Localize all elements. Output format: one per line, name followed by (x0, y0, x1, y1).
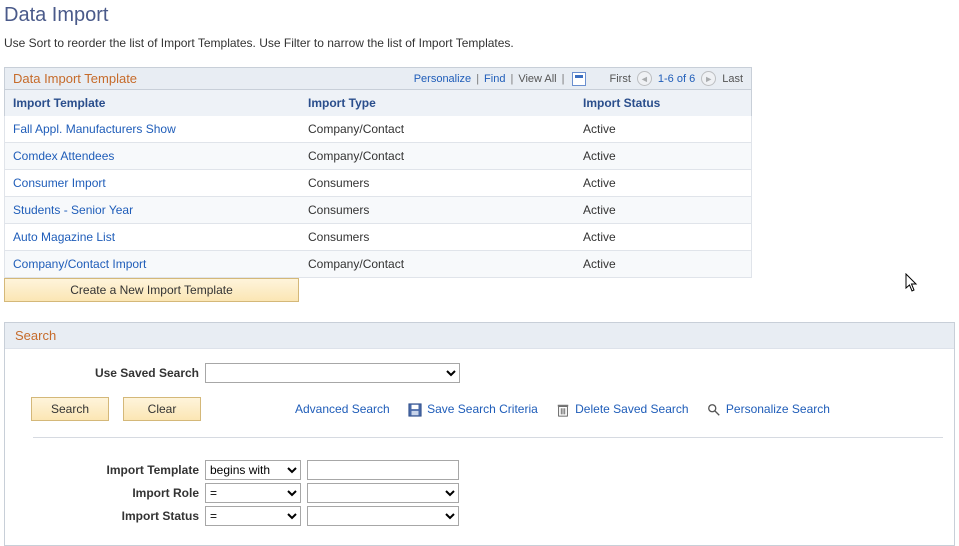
grid-title: Data Import Template (13, 71, 137, 86)
criteria-block: Import Template begins with Import Role … (15, 460, 944, 526)
criteria-status-row: Import Status = (15, 506, 944, 526)
saved-search-row: Use Saved Search (15, 363, 944, 383)
table-row: Consumer Import Consumers Active (4, 170, 752, 197)
criteria-role-row: Import Role = (15, 483, 944, 503)
grid-footer: Create a New Import Template (4, 278, 752, 302)
table-row: Students - Senior Year Consumers Active (4, 197, 752, 224)
table-row: Fall Appl. Manufacturers Show Company/Co… (4, 116, 752, 143)
view-all-link[interactable]: View All (514, 73, 560, 85)
criteria-role-value[interactable] (307, 483, 459, 503)
template-link[interactable]: Company/Contact Import (13, 257, 146, 271)
save-icon (408, 403, 422, 417)
grid-nav: First ◄ 1-6 of 6 ► Last (610, 71, 744, 86)
nav-next-icon[interactable]: ► (701, 71, 716, 86)
type-cell: Company/Contact (308, 257, 583, 271)
type-cell: Consumers (308, 230, 583, 244)
template-link[interactable]: Fall Appl. Manufacturers Show (13, 122, 176, 136)
table-row: Comdex Attendees Company/Contact Active (4, 143, 752, 170)
col-import-template[interactable]: Import Template (5, 90, 300, 116)
template-link[interactable]: Consumer Import (13, 176, 106, 190)
nav-last[interactable]: Last (722, 73, 743, 85)
search-title: Search (5, 323, 954, 349)
create-template-button[interactable]: Create a New Import Template (4, 278, 299, 302)
personalize-link[interactable]: Personalize (410, 73, 475, 85)
page-title: Data Import (4, 4, 959, 27)
data-import-grid: Data Import Template Personalize | Find … (4, 67, 752, 302)
search-button[interactable]: Search (31, 397, 109, 421)
criteria-template-label: Import Template (15, 463, 205, 477)
template-link[interactable]: Auto Magazine List (13, 230, 115, 244)
divider (33, 437, 943, 438)
nav-first[interactable]: First (610, 73, 631, 85)
criteria-role-op[interactable]: = (205, 483, 301, 503)
criteria-template-input[interactable] (307, 460, 459, 480)
delete-icon (556, 403, 570, 417)
type-cell: Company/Contact (308, 122, 583, 136)
grid-tools: Personalize | Find | View All | First ◄ … (410, 71, 743, 86)
clear-button[interactable]: Clear (123, 397, 201, 421)
status-cell: Active (583, 122, 743, 136)
personalize-icon (707, 403, 721, 417)
criteria-status-op[interactable]: = (205, 506, 301, 526)
criteria-role-label: Import Role (15, 486, 205, 500)
status-cell: Active (583, 257, 743, 271)
nav-prev-icon[interactable]: ◄ (637, 71, 652, 86)
type-cell: Company/Contact (308, 149, 583, 163)
status-cell: Active (583, 230, 743, 244)
criteria-status-label: Import Status (15, 509, 205, 523)
grid-columns-row: Import Template Import Type Import Statu… (4, 90, 752, 116)
table-row: Auto Magazine List Consumers Active (4, 224, 752, 251)
search-actions: Search Clear Advanced Search Save Search… (15, 397, 944, 421)
type-cell: Consumers (308, 176, 583, 190)
advanced-search-link[interactable]: Advanced Search (295, 402, 390, 416)
personalize-search-link[interactable]: Personalize Search (726, 402, 830, 416)
grid-header: Data Import Template Personalize | Find … (4, 67, 752, 90)
saved-search-label: Use Saved Search (15, 366, 205, 380)
col-import-type[interactable]: Import Type (300, 90, 575, 116)
status-cell: Active (583, 176, 743, 190)
delete-saved-link[interactable]: Delete Saved Search (575, 402, 688, 416)
saved-search-select[interactable] (205, 363, 460, 383)
separator: | (561, 73, 566, 85)
template-link[interactable]: Comdex Attendees (13, 149, 114, 163)
nav-range[interactable]: 1-6 of 6 (658, 73, 695, 85)
criteria-template-op[interactable]: begins with (205, 460, 301, 480)
criteria-template-row: Import Template begins with (15, 460, 944, 480)
search-panel: Search Use Saved Search Search Clear Adv… (4, 322, 955, 546)
template-link[interactable]: Students - Senior Year (13, 203, 133, 217)
table-row: Company/Contact Import Company/Contact A… (4, 251, 752, 278)
find-link[interactable]: Find (480, 73, 509, 85)
download-grid-icon[interactable] (572, 72, 586, 86)
page-instructions: Use Sort to reorder the list of Import T… (4, 33, 524, 53)
status-cell: Active (583, 203, 743, 217)
col-import-status[interactable]: Import Status (575, 90, 751, 116)
save-criteria-link[interactable]: Save Search Criteria (427, 402, 538, 416)
status-cell: Active (583, 149, 743, 163)
criteria-status-value[interactable] (307, 506, 459, 526)
type-cell: Consumers (308, 203, 583, 217)
